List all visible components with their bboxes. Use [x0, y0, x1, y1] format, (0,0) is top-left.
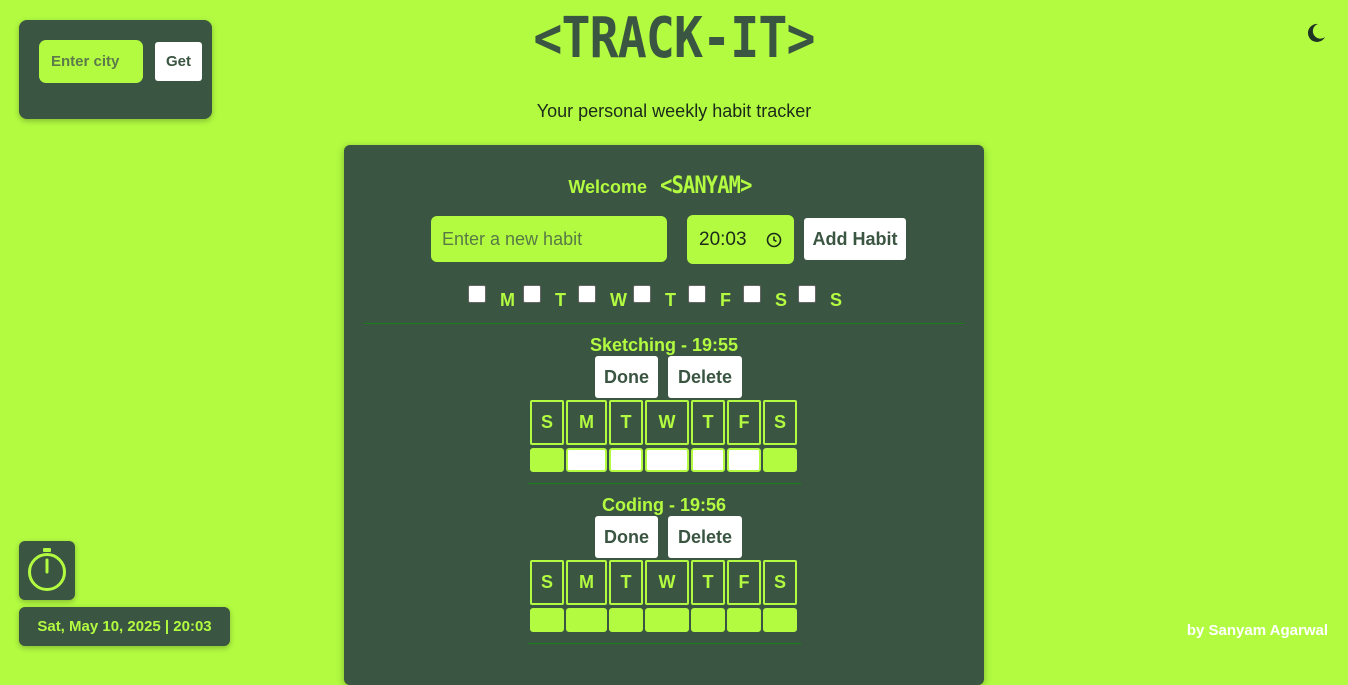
habit-panel: Welcome <SANYAM> 20:03 Add Habit M T W T… — [344, 145, 984, 685]
app-title: <TRACK-IT> — [533, 6, 815, 71]
day-mark[interactable] — [763, 448, 797, 472]
day-checkbox-label: F — [720, 290, 731, 310]
day-cell: F — [727, 400, 761, 445]
day-cell: T — [691, 400, 725, 445]
day-cell: F — [727, 560, 761, 605]
divider — [528, 643, 801, 644]
day-cell: S — [530, 560, 564, 605]
day-mark[interactable] — [727, 608, 761, 632]
day-cell: S — [763, 560, 797, 605]
week-grid: S M T W T F S — [530, 560, 800, 635]
divider — [364, 323, 964, 324]
day-mark[interactable] — [609, 448, 643, 472]
day-checkbox[interactable] — [798, 285, 816, 303]
day-cell: W — [645, 400, 689, 445]
new-habit-input[interactable] — [431, 216, 667, 262]
delete-button[interactable]: Delete — [668, 516, 742, 558]
app-subtitle: Your personal weekly habit tracker — [536, 101, 812, 121]
day-cell: T — [609, 560, 643, 605]
done-button[interactable]: Done — [595, 356, 658, 398]
day-selector: M T W T F S S — [468, 285, 853, 311]
day-mark[interactable] — [727, 448, 761, 472]
day-checkbox[interactable] — [468, 285, 486, 303]
day-mark[interactable] — [691, 608, 725, 632]
day-checkbox-label: T — [555, 290, 566, 310]
day-cell: S — [763, 400, 797, 445]
day-checkbox[interactable] — [523, 285, 541, 303]
add-habit-button[interactable]: Add Habit — [804, 218, 906, 260]
day-checkbox-label: W — [610, 290, 627, 310]
welcome-label: Welcome — [568, 177, 648, 197]
week-grid: S M T W T F S — [530, 400, 800, 475]
day-mark[interactable] — [530, 448, 564, 472]
day-checkbox-label: S — [775, 290, 788, 310]
author-credit: by Sanyam Agarwal — [1186, 622, 1328, 639]
day-mark[interactable] — [645, 608, 689, 632]
day-mark[interactable] — [645, 448, 689, 472]
stopwatch-icon — [28, 548, 66, 591]
dark-mode-toggle[interactable] — [1304, 22, 1328, 44]
day-cell: M — [566, 560, 607, 605]
day-cell: T — [691, 560, 725, 605]
done-button[interactable]: Done — [595, 516, 658, 558]
welcome-heading: Welcome <SANYAM> — [344, 171, 984, 199]
divider — [528, 483, 801, 484]
habit-time-input[interactable]: 20:03 — [687, 215, 794, 264]
clock-icon[interactable] — [766, 232, 782, 248]
day-checkbox-label: T — [665, 290, 676, 310]
moon-icon — [1307, 23, 1325, 42]
datetime-display: Sat, May 10, 2025 | 20:03 — [19, 607, 230, 646]
habit-title: Coding - 19:56 — [601, 495, 726, 515]
day-cell: S — [530, 400, 564, 445]
day-cell: M — [566, 400, 607, 445]
username: <SANYAM> — [660, 171, 752, 199]
time-value: 20:03 — [699, 228, 747, 250]
day-mark[interactable] — [566, 448, 607, 472]
day-checkbox-label: M — [500, 290, 515, 310]
day-mark[interactable] — [609, 608, 643, 632]
day-mark[interactable] — [763, 608, 797, 632]
day-mark[interactable] — [530, 608, 564, 632]
delete-button[interactable]: Delete — [668, 356, 742, 398]
day-cell: W — [645, 560, 689, 605]
day-mark[interactable] — [566, 608, 607, 632]
timer-button[interactable] — [19, 541, 75, 600]
day-checkbox-label: S — [830, 290, 843, 310]
day-cell: T — [609, 400, 643, 445]
day-checkbox[interactable] — [743, 285, 761, 303]
day-checkbox[interactable] — [688, 285, 706, 303]
habit-title: Sketching - 19:55 — [589, 335, 739, 355]
day-checkbox[interactable] — [633, 285, 651, 303]
day-checkbox[interactable] — [578, 285, 596, 303]
day-mark[interactable] — [691, 448, 725, 472]
